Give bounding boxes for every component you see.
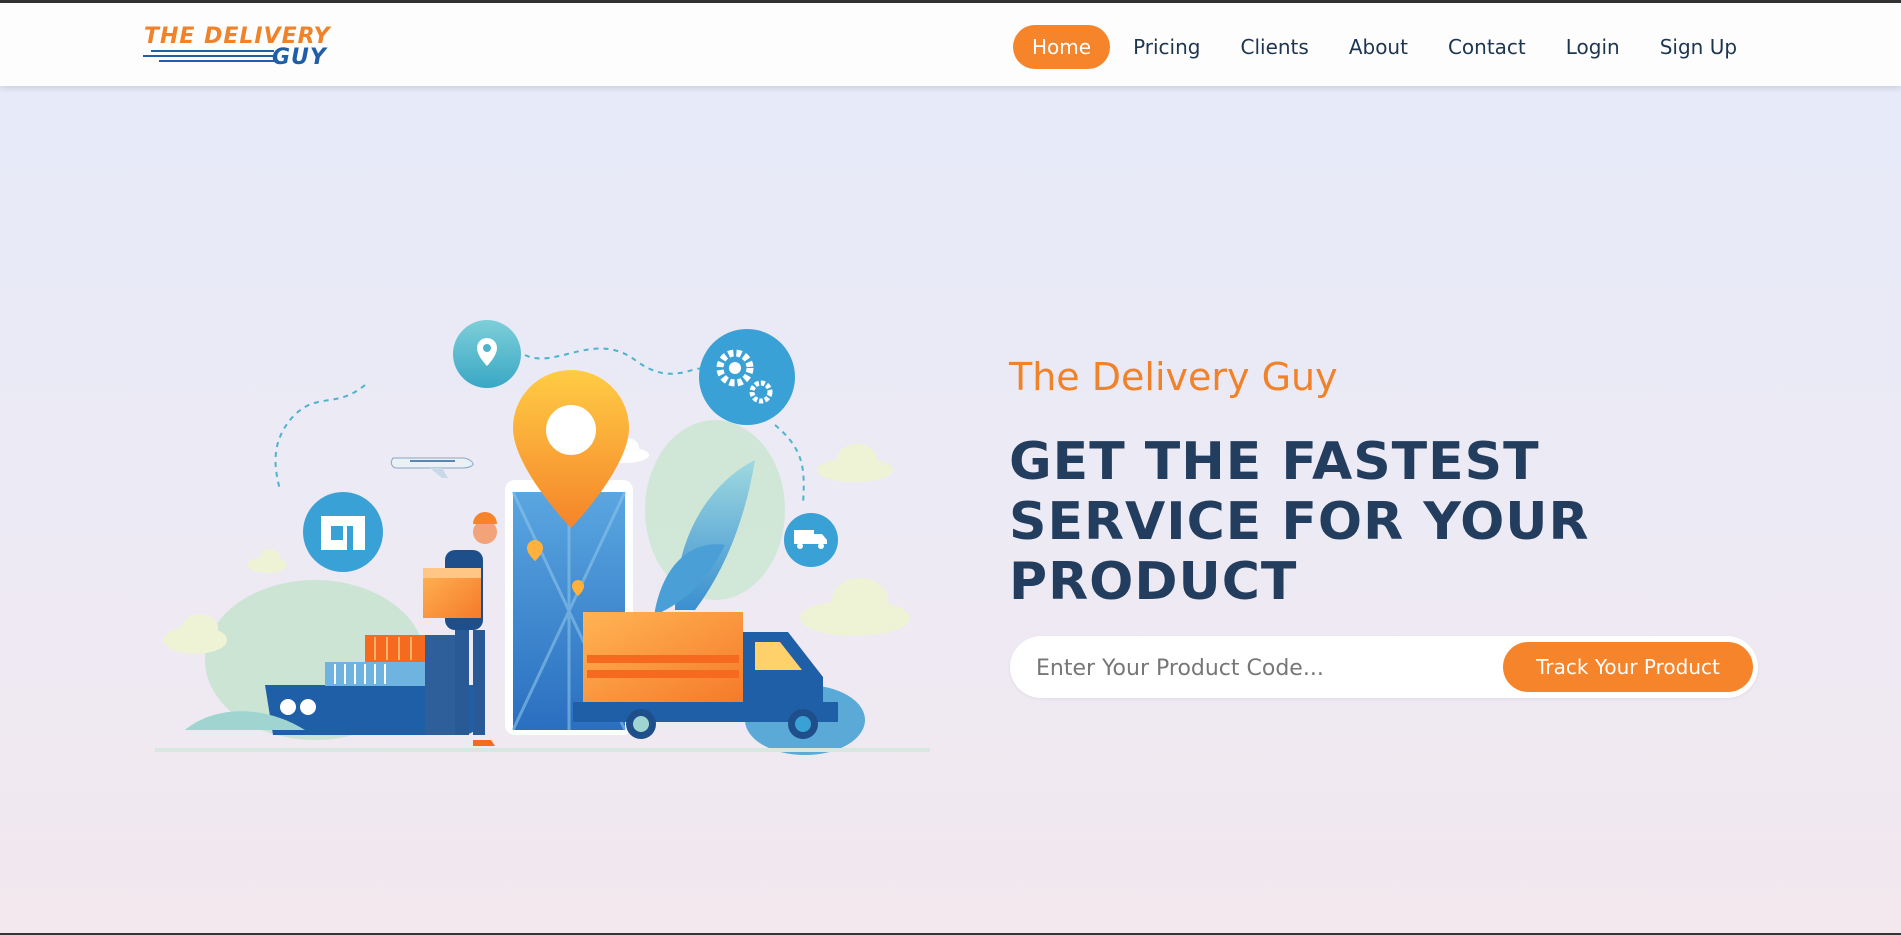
nav-home[interactable]: Home [1013,25,1111,69]
navbar: THE DELIVERY GUY Home Pricing Clients Ab… [0,3,1901,86]
nav-login[interactable]: Login [1546,25,1640,69]
gears-icon [699,329,795,425]
nav-signup[interactable]: Sign Up [1640,25,1757,69]
hero-subtitle: The Delivery Guy [1009,355,1338,399]
logo-speed-lines [143,50,274,62]
box-icon [303,492,383,572]
hero-title: GET THE FASTEST SERVICE FOR YOUR PRODUCT [1009,432,1590,612]
delivery-truck [573,612,838,739]
main-nav: Home Pricing Clients About Contact Login… [1013,25,1757,69]
track-product-button[interactable]: Track Your Product [1503,642,1753,692]
nav-about[interactable]: About [1329,25,1428,69]
delivery-person [423,512,497,746]
hero-illustration [155,320,930,755]
tracking-form: Track Your Product [1010,636,1758,698]
truck-icon [784,513,838,567]
logo-text-line2: GUY [272,45,327,70]
airplane-icon [390,457,474,478]
nav-pricing[interactable]: Pricing [1113,25,1220,69]
nav-clients[interactable]: Clients [1220,25,1328,69]
nav-contact[interactable]: Contact [1428,25,1546,69]
brand-logo[interactable]: THE DELIVERY GUY [141,23,351,71]
location-pin-icon [453,320,521,388]
product-code-input[interactable] [1034,645,1488,691]
